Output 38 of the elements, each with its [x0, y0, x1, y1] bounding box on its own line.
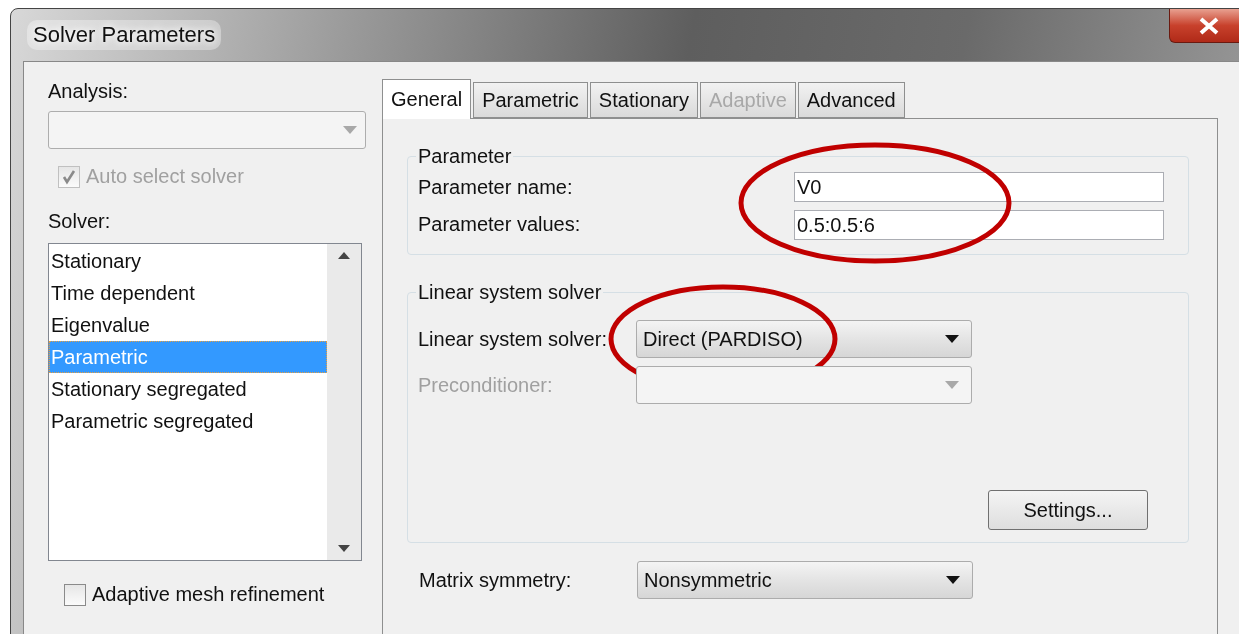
checkbox-label: Auto select solver — [86, 165, 244, 188]
text-field[interactable]: V0 — [794, 172, 1164, 202]
group-title: Parameter — [417, 145, 513, 168]
list-item[interactable]: Parametric segregated — [49, 405, 327, 437]
scroll-up-icon — [338, 252, 350, 259]
checkmark-icon — [61, 168, 77, 185]
field-label: Analysis: — [48, 80, 130, 103]
matrix-symmetry-dropdown[interactable]: Nonsymmetric — [637, 561, 973, 599]
close-icon — [1198, 16, 1220, 35]
list-item[interactable]: Time dependent — [49, 277, 327, 309]
tab[interactable]: Stationary — [589, 82, 698, 118]
field-label: Linear system solver: — [418, 327, 608, 351]
group-title: Linear system solver — [417, 281, 603, 304]
list-item[interactable]: Stationary segregated — [49, 373, 327, 405]
dropdown-arrow-icon — [343, 126, 357, 134]
list-item[interactable]: Eigenvalue — [49, 309, 327, 341]
dropdown-value: Nonsymmetric — [644, 568, 772, 592]
tab[interactable]: Parametric — [473, 82, 588, 118]
scroll-down-icon — [338, 545, 350, 552]
field-label: Solver: — [48, 210, 112, 233]
dropdown-arrow-icon — [945, 335, 959, 343]
dropdown-value: Direct (PARDISO) — [643, 327, 803, 351]
list-item[interactable]: Stationary — [49, 245, 327, 277]
checkbox[interactable] — [64, 583, 86, 606]
close-button[interactable] — [1169, 9, 1239, 43]
settings-button[interactable]: Settings... — [988, 490, 1148, 530]
text-field[interactable]: 0.5:0.5:6 — [794, 210, 1164, 240]
checkbox-label: Adaptive mesh refinement — [92, 583, 325, 606]
dropdown-arrow-icon — [946, 576, 960, 584]
tab[interactable]: General — [382, 79, 472, 119]
tab[interactable]: Advanced — [797, 82, 905, 118]
field-label: Preconditioner: — [418, 373, 554, 397]
field-label: Matrix symmetry: — [419, 568, 573, 592]
field-label: Parameter values: — [418, 213, 581, 236]
scrollbar[interactable] — [327, 244, 361, 560]
field-label: Parameter name: — [418, 176, 574, 199]
linear-solver-dropdown[interactable]: Direct (PARDISO) — [636, 320, 972, 358]
dropdown-arrow-icon — [945, 381, 959, 389]
